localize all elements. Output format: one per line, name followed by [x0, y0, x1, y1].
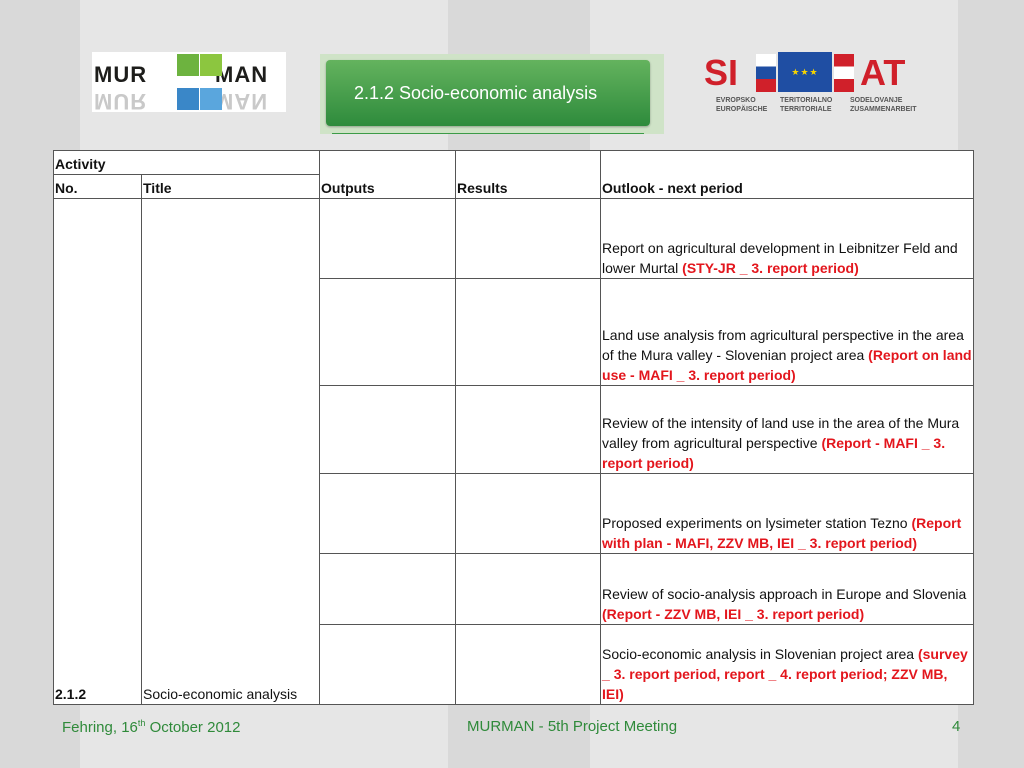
outlook-note: (Report - ZZV MB, IEI _ 3. report period… [602, 606, 865, 622]
result-cell [455, 473, 602, 554]
si-at-logo: SI ★★★ AT EVROPSKO EUROPÄISCHE TERITORIA… [704, 52, 928, 118]
logo-subtitle: EVROPSKO EUROPÄISCHE [716, 97, 768, 113]
result-cell [455, 553, 602, 625]
outlook-cell: Land use analysis from agricultural pers… [600, 278, 975, 386]
header-outputs: Outputs [319, 150, 457, 199]
logo-cross-square [177, 88, 199, 110]
slovenia-flag-icon [756, 54, 776, 92]
logo-word-right: MAN [215, 62, 269, 87]
footer-date-suffix: October 2012 [145, 719, 241, 736]
logo-word-left: MUR [94, 62, 148, 87]
header-title: Title [140, 174, 321, 199]
eu-flag-icon: ★★★ [778, 52, 832, 92]
header-no: No. [53, 174, 142, 199]
outlook-text: Proposed experiments on lysimeter statio… [602, 515, 912, 531]
result-cell [455, 198, 602, 279]
logo-reflection-right: MAN [215, 89, 269, 114]
outlook-cell: Socio-economic analysis in Slovenian pro… [600, 624, 975, 705]
header-outlook: Outlook - next period [600, 150, 975, 199]
output-cell [319, 473, 457, 554]
logo-subtitle: TERITORIALNO TERRITORIALE [780, 97, 833, 113]
logo-reflection-left: MUR [94, 89, 148, 114]
output-cell [319, 278, 457, 386]
activity-number: 2.1.2 [53, 198, 142, 705]
output-cell [319, 553, 457, 625]
result-cell [455, 624, 602, 705]
murman-logo: MUR MAN MUR MAN [92, 52, 286, 114]
outlook-text: Review of socio-analysis approach in Eur… [602, 586, 967, 602]
outlook-note: (STY-JR _ 3. report period) [682, 260, 859, 276]
activity-table: Activity Outputs Results Outlook - next … [52, 150, 975, 705]
activity-title: Socio-economic analysis [140, 198, 321, 705]
outlook-cell: Report on agricultural development in Le… [600, 198, 975, 279]
logo-at-text: AT [860, 52, 906, 93]
header-activity: Activity [52, 150, 321, 175]
output-cell [319, 624, 457, 705]
logo-subtitle: SODELOVANJE ZUSAMMENARBEIT [850, 97, 917, 113]
slide-title: 2.1.2 Socio-economic analysis [326, 60, 650, 126]
title-underline [332, 133, 644, 134]
logo-si-text: SI [704, 52, 739, 93]
outlook-cell: Review of the intensity of land use in t… [600, 385, 975, 474]
output-cell [319, 198, 457, 279]
outlook-cell: Proposed experiments on lysimeter statio… [600, 473, 975, 554]
footer-location-date: Fehring, 16th October 2012 [62, 718, 240, 736]
result-cell [455, 278, 602, 386]
logo-cross-square [200, 88, 222, 110]
page-number: 4 [952, 718, 961, 735]
austria-flag-icon [834, 54, 854, 92]
footer-date-prefix: Fehring, 16 [62, 719, 138, 736]
title-banner: 2.1.2 Socio-economic analysis [320, 54, 664, 134]
footer-meeting: MURMAN - 5th Project Meeting [467, 718, 678, 735]
logo-cross-square [177, 54, 199, 76]
outlook-cell: Review of socio-analysis approach in Eur… [600, 553, 975, 625]
header-results: Results [455, 150, 602, 199]
logo-cross-square [200, 54, 222, 76]
result-cell [455, 385, 602, 474]
output-cell [319, 385, 457, 474]
outlook-text: Socio-economic analysis in Slovenian pro… [602, 646, 918, 662]
